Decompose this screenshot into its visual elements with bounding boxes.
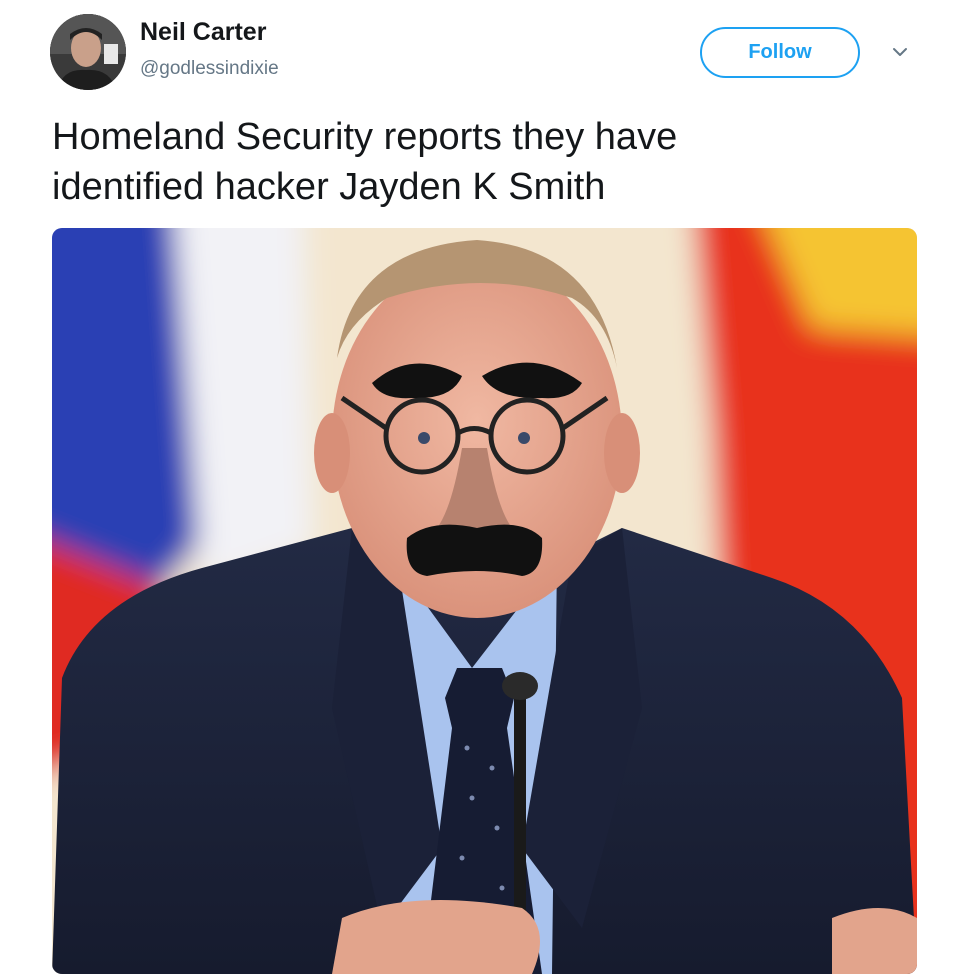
tweet-card: Neil Carter @godlessindixie Follow Homel… [0,0,976,976]
tweet-text-line: identified hacker Jayden K Smith [52,166,606,208]
author-avatar[interactable] [50,14,126,90]
media-illustration [52,228,917,974]
chevron-down-icon[interactable] [888,42,912,62]
tweet-media-image[interactable] [52,228,917,974]
tweet-text: Homeland Security reports they have iden… [52,112,932,212]
tweet-text-line: Homeland Security reports they have [52,116,678,158]
avatar-image [50,14,126,90]
follow-button[interactable]: Follow [700,27,860,78]
author-handle[interactable]: @godlessindixie [140,58,279,80]
author-display-name[interactable]: Neil Carter [140,18,266,47]
